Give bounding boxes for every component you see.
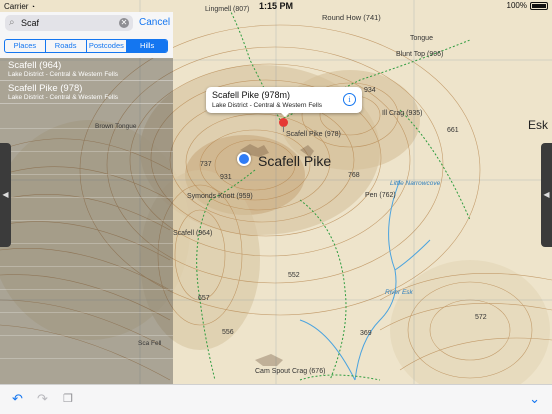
callout-tail [280,112,290,117]
list-item[interactable]: Scafell Pike (978) Lake District - Centr… [0,81,173,104]
search-panel: ⌕ ✕ Cancel Places Roads Postcodes Hills … [0,12,173,384]
map-label-blunt-top: Blunt Top (906) [396,51,444,58]
row-separator [0,266,173,267]
map-label-symonds-knott: Symonds Knott (959) [187,193,253,200]
undo-icon[interactable]: ↶ [12,391,23,407]
map-label-river-esk: River Esk [385,289,413,296]
row-separator [0,243,173,244]
location-dot-icon[interactable] [237,152,251,166]
callout-title: Scafell Pike (978m) [212,90,291,100]
row-separator [0,197,173,198]
row-separator [0,128,173,129]
map-label-scafell-pike[interactable]: Scafell Pike [258,153,331,169]
chevron-down-icon[interactable]: ⌄ [529,391,540,407]
info-icon[interactable]: i [343,93,356,106]
battery-percent: 100% [506,1,527,10]
left-drawer-handle[interactable]: ◀ [0,143,11,247]
search-input[interactable] [21,16,117,30]
chevron-left-icon: ◀ [2,190,9,199]
spot-height-931: 931 [220,174,232,181]
status-bar: Carrier ◔ 1:15 PM 100% [0,0,552,12]
search-scope-segmented-control: Places Roads Postcodes Hills [4,39,168,53]
row-separator [0,220,173,221]
list-item[interactable]: Scafell (964) Lake District - Central & … [0,58,173,81]
row-separator [0,289,173,290]
map-label-scafell-pike-small: Scafell Pike (978) [286,131,341,138]
spot-height-934: 934 [364,87,376,94]
spot-height-556: 556 [222,329,234,336]
pin-icon[interactable] [279,118,289,132]
map-label-ill-crag: Ill Crag (935) [382,110,423,117]
segment-roads[interactable]: Roads [46,40,87,52]
spot-height-661: 661 [447,127,459,134]
clock: 1:15 PM [258,1,293,11]
map-label-pen: Pen (762) [365,192,396,199]
spot-height-737: 737 [200,161,212,168]
spot-height-768: 768 [348,172,360,179]
spot-height-657: 657 [198,295,210,302]
segment-postcodes[interactable]: Postcodes [87,40,128,52]
redo-icon[interactable]: ↷ [37,391,48,407]
row-separator [0,151,173,152]
search-icon: ⌕ [9,17,15,28]
row-separator [0,312,173,313]
row-separator [0,335,173,336]
search-bar[interactable]: ⌕ ✕ [5,15,133,31]
chevron-left-icon: ◀ [543,190,550,199]
map-label-round-how: Round How (741) [322,13,381,22]
row-separator [0,174,173,175]
copy-icon[interactable]: ❐ [63,391,73,407]
spot-height-552: 552 [288,272,300,279]
spot-height-572: 572 [475,314,487,321]
battery-icon [530,1,548,10]
spot-height-369: 369 [360,330,372,337]
map-label-tongue: Tongue [410,35,433,42]
segment-places[interactable]: Places [5,40,46,52]
map-label-esk: Esk [528,118,549,132]
segment-hills[interactable]: Hills [127,40,167,52]
map-label-little-narrowcove: Little Narrowcove [390,180,441,187]
callout-subtitle: Lake District - Central & Western Fells [212,102,323,109]
map-callout[interactable]: Scafell Pike (978m) Lake District - Cent… [206,87,362,117]
result-title: Scafell (964) [8,60,62,71]
clear-icon[interactable]: ✕ [119,18,129,28]
bottom-toolbar: ↶ ↷ ❐ ⌄ [0,384,552,414]
search-header: ⌕ ✕ Cancel Places Roads Postcodes Hills [0,12,173,58]
cancel-button[interactable]: Cancel [139,17,170,28]
result-subtitle: Lake District - Central & Western Fells [8,71,119,78]
result-title: Scafell Pike (978) [8,83,83,94]
right-drawer-handle[interactable]: ◀ [541,143,552,247]
battery-indicator: 100% [507,1,548,10]
row-separator [0,358,173,359]
result-subtitle: Lake District - Central & Western Fells [8,94,119,101]
map-label-cam-spout-crag: Cam Spout Crag (676) [255,368,326,375]
map-label-scafell: Scafell (964) [173,230,213,237]
search-results-list: Scafell (964) Lake District - Central & … [0,58,173,384]
